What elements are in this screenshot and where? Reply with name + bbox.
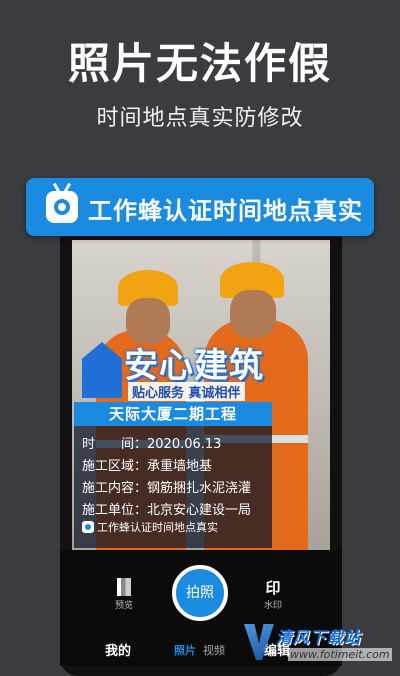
page-subtitle: 时间地点真实防修改: [96, 106, 304, 131]
camera-icon: [46, 191, 78, 223]
certification-text: 工作蜂认证时间地点真实: [88, 197, 363, 225]
verify-text: 工作蜂认证时间地点真实: [97, 521, 218, 534]
info-row-content: 施工内容：钢筋捆扎水泥浇灌: [82, 481, 252, 496]
tab-mine[interactable]: 我的: [105, 640, 131, 659]
camera-small-icon: [82, 521, 94, 533]
site-name: 清风下载站: [276, 628, 362, 647]
brand-logo: 安心建筑 贴心服务 真诚相伴: [82, 338, 272, 404]
watermark-button[interactable]: 印 水印: [258, 577, 288, 611]
page-title: 照片无法作假: [67, 39, 332, 88]
watermark-label: 水印: [263, 601, 282, 611]
site-watermark: 清风下载站 www.fotimeit.com: [244, 624, 400, 666]
site-logo-icon: [244, 624, 274, 660]
stamp-icon: 印: [265, 579, 281, 597]
info-row-time: 时 间：2020.06.13: [82, 437, 222, 452]
preview-button[interactable]: 预览: [112, 578, 136, 611]
info-row-area: 施工区域：承重墙地基: [82, 459, 213, 474]
tab-video[interactable]: 视频: [203, 642, 225, 658]
preview-label: 预览: [114, 601, 133, 611]
preview-thumbnail-icon: [117, 578, 131, 596]
certification-badge: 工作蜂认证时间地点真实: [26, 178, 374, 236]
tab-photo[interactable]: 照片: [174, 642, 196, 658]
project-name: 天际大厦二期工程: [74, 402, 272, 426]
verify-line: 工作蜂认证时间地点真实: [82, 519, 218, 535]
site-url: www.fotimeit.com: [288, 648, 392, 661]
shutter-button[interactable]: 拍照: [172, 565, 228, 621]
brand-name: 安心建筑: [124, 346, 264, 386]
brand-slogan: 贴心服务 真诚相伴: [128, 382, 245, 401]
house-logo-icon: [82, 342, 122, 398]
